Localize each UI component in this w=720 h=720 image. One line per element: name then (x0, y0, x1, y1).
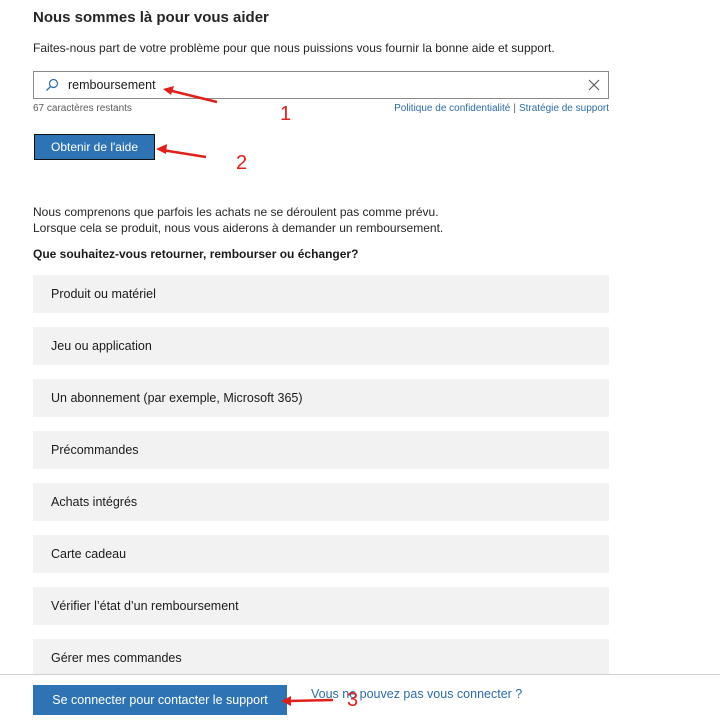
info-text-line-2: Lorsque cela se produit, nous vous aider… (33, 221, 444, 235)
cant-sign-in-link[interactable]: Vous ne pouvez pas vous connecter ? (311, 687, 522, 701)
close-icon[interactable] (588, 79, 600, 91)
footer-bar: Se connecter pour contacter le support V… (0, 674, 720, 720)
annotation-arrow-3 (281, 696, 334, 706)
option-preorders[interactable]: Précommandes (33, 431, 609, 469)
search-icon (46, 78, 59, 91)
info-text-line-1: Nous comprenons que parfois les achats n… (33, 205, 439, 219)
refund-question: Que souhaitez-vous retourner, rembourser… (33, 247, 359, 261)
signin-support-button[interactable]: Se connecter pour contacter le support (33, 685, 287, 715)
option-list: Produit ou matériel Jeu ou application U… (33, 275, 609, 691)
option-refund-status[interactable]: Vérifier l’état d’un remboursement (33, 587, 609, 625)
legal-links: Politique de confidentialité | Stratégie d… (394, 103, 609, 114)
search-input[interactable] (68, 75, 568, 95)
option-subscription[interactable]: Un abonnement (par exemple, Microsoft 36… (33, 379, 609, 417)
characters-remaining: 67 caractères restants (33, 103, 132, 114)
option-manage-orders[interactable]: Gérer mes commandes (33, 639, 609, 677)
option-game-app[interactable]: Jeu ou application (33, 327, 609, 365)
annotation-number-1: 1 (280, 103, 292, 125)
privacy-link[interactable]: Politique de confidentialité (394, 103, 510, 114)
annotation-number-2: 2 (236, 152, 248, 174)
page-title: Nous sommes là pour vous aider (33, 9, 269, 26)
support-strategy-link[interactable]: Stratégie de support (519, 103, 609, 114)
link-separator: | (513, 103, 516, 114)
option-gift-card[interactable]: Carte cadeau (33, 535, 609, 573)
annotation-arrow-2 (156, 144, 207, 159)
search-box[interactable] (33, 71, 609, 99)
annotation-number-3: 3 (347, 689, 359, 711)
option-in-app-purchases[interactable]: Achats intégrés (33, 483, 609, 521)
page-subtitle: Faites-nous part de votre problème pour … (33, 41, 555, 55)
option-product-hardware[interactable]: Produit ou matériel (33, 275, 609, 313)
get-help-button[interactable]: Obtenir de l'aide (34, 134, 155, 160)
annotation-arrow-1 (163, 86, 218, 104)
